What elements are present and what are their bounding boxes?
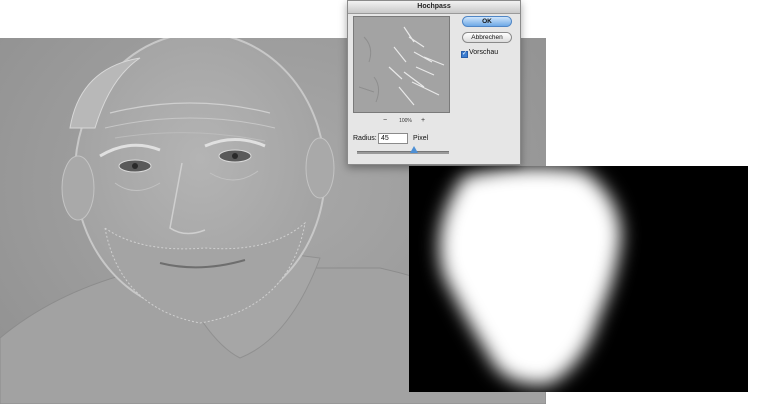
zoom-level: 100%	[399, 118, 412, 124]
dialog-title: Hochpass	[348, 1, 520, 14]
radius-input[interactable]: 45	[378, 133, 408, 144]
preview-texture	[354, 17, 449, 112]
zoom-controls: − 100% +	[353, 117, 450, 127]
preview-checkbox[interactable]: ✓	[461, 51, 468, 58]
mask-shape	[439, 167, 621, 385]
ok-button[interactable]: OK	[462, 16, 512, 27]
filter-preview-window[interactable]	[353, 16, 450, 113]
zoom-out-button[interactable]: −	[383, 117, 387, 125]
cancel-button[interactable]: Abbrechen	[462, 32, 512, 43]
highpass-dialog: Hochpass − 100% + Radius: 45 Pixel OK Ab…	[347, 0, 521, 165]
radius-label: Radius:	[353, 135, 377, 142]
radius-slider-thumb[interactable]	[410, 146, 419, 153]
preview-checkbox-row[interactable]: ✓ Vorschau	[461, 49, 498, 58]
radius-slider-track[interactable]	[357, 151, 449, 154]
preview-label: Vorschau	[469, 49, 499, 56]
zoom-in-button[interactable]: +	[421, 117, 425, 125]
layer-mask-preview	[409, 166, 748, 392]
radius-unit: Pixel	[413, 135, 429, 142]
